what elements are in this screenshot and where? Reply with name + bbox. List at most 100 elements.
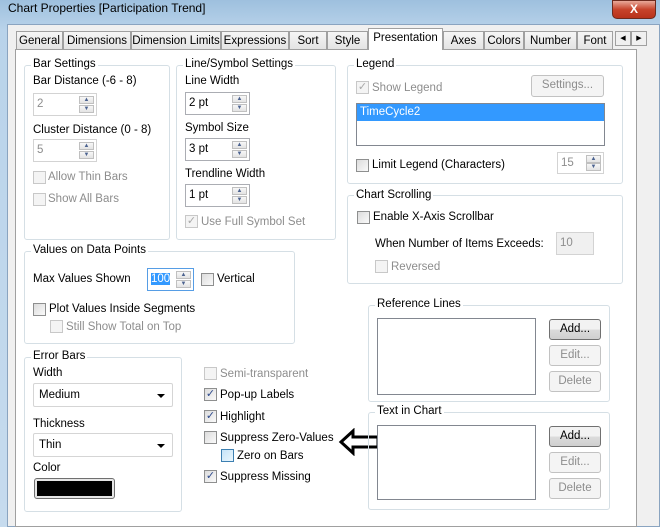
spin-up-icon[interactable]: ▲ [176, 271, 191, 279]
spin-up-icon[interactable]: ▲ [232, 95, 247, 103]
still-show-total-checkbox[interactable] [50, 320, 63, 333]
show-all-bars-checkbox[interactable] [33, 193, 46, 206]
symbol-size-value: 3 pt [189, 143, 209, 155]
reference-lines-title: Reference Lines [375, 298, 463, 311]
allow-thin-bars-label: Allow Thin Bars [48, 171, 128, 183]
trendline-width-label: Trendline Width [185, 168, 266, 180]
text-edit-button[interactable]: Edit... [549, 452, 601, 473]
tab-presentation[interactable]: Presentation [368, 28, 443, 50]
cluster-distance-label: Cluster Distance (0 - 8) [33, 124, 152, 136]
show-all-bars-label: Show All Bars [48, 193, 119, 205]
popup-labels-checkbox[interactable]: ✓ [204, 388, 217, 401]
symbol-size-spinner[interactable]: 3 pt ▲ ▼ [185, 138, 250, 161]
chevron-down-icon [157, 394, 165, 398]
popup-labels-label: Pop-up Labels [220, 389, 295, 401]
bar-distance-label: Bar Distance (-6 - 8) [33, 75, 137, 87]
use-full-symbol-set-checkbox[interactable]: ✓ [185, 215, 198, 228]
text-delete-button[interactable]: Delete [549, 478, 601, 499]
tab-font[interactable]: Font [577, 31, 613, 50]
color-button[interactable] [34, 478, 115, 499]
still-show-total-label: Still Show Total on Top [66, 321, 182, 333]
error-width-label: Width [33, 367, 63, 379]
close-button[interactable]: X [612, 0, 656, 19]
max-values-spinner[interactable]: 100 ▲ ▼ [147, 268, 194, 291]
limit-legend-checkbox[interactable] [356, 159, 369, 172]
reference-lines-listbox[interactable] [377, 318, 536, 395]
spin-down-icon[interactable]: ▼ [79, 105, 94, 113]
trendline-width-spinner[interactable]: 1 pt ▲ ▼ [185, 184, 250, 207]
reference-add-button[interactable]: Add... [549, 319, 601, 340]
reference-edit-button[interactable]: Edit... [549, 345, 601, 366]
max-values-value[interactable]: 100 [151, 273, 171, 285]
plot-values-inside-label: Plot Values Inside Segments [49, 303, 196, 315]
line-width-value: 2 pt [189, 97, 209, 109]
tab-scroll-left-icon[interactable]: ◀ [615, 31, 631, 46]
limit-legend-label: Limit Legend (Characters) [372, 159, 505, 171]
symbol-size-label: Symbol Size [185, 122, 249, 134]
legend-list-item[interactable]: TimeCycle2 [357, 104, 604, 121]
when-exceeds-input[interactable]: 10 [556, 232, 594, 255]
show-legend-checkbox[interactable]: ✓ [356, 81, 369, 94]
line-width-spinner[interactable]: 2 pt ▲ ▼ [185, 92, 250, 115]
bar-distance-value: 2 [37, 98, 44, 110]
tab-dimensions[interactable]: Dimensions [63, 31, 131, 50]
tab-sort[interactable]: Sort [289, 31, 327, 50]
error-width-select[interactable]: Medium [33, 383, 173, 407]
suppress-zero-checkbox[interactable] [204, 431, 217, 444]
tab-general[interactable]: General [16, 31, 63, 50]
line-symbol-title: Line/Symbol Settings [183, 58, 296, 71]
vertical-label: Vertical [217, 273, 255, 285]
text-in-chart-listbox[interactable] [377, 425, 536, 500]
tab-axes[interactable]: Axes [443, 31, 484, 50]
tab-dimension-limits[interactable]: Dimension Limits [131, 31, 221, 50]
spin-up-icon[interactable]: ▲ [79, 96, 94, 104]
spin-up-icon[interactable]: ▲ [586, 155, 601, 163]
tab-scroll-right-icon[interactable]: ▶ [631, 31, 647, 46]
bar-distance-spinner[interactable]: 2 ▲ ▼ [33, 93, 97, 116]
reversed-checkbox[interactable] [375, 260, 388, 273]
semi-transparent-label: Semi-transparent [220, 368, 309, 380]
color-swatch [37, 481, 112, 496]
spin-up-icon[interactable]: ▲ [232, 141, 247, 149]
use-full-symbol-set-label: Use Full Symbol Set [201, 216, 306, 228]
when-exceeds-label: When Number of Items Exceeds: [375, 238, 544, 250]
highlight-label: Highlight [220, 411, 265, 423]
spin-up-icon[interactable]: ▲ [79, 142, 94, 150]
tab-expressions[interactable]: Expressions [221, 31, 289, 50]
text-add-button[interactable]: Add... [549, 426, 601, 447]
reversed-label: Reversed [391, 261, 441, 273]
spin-down-icon[interactable]: ▼ [232, 196, 247, 204]
trendline-width-value: 1 pt [189, 189, 209, 201]
tab-colors[interactable]: Colors [484, 31, 524, 50]
error-width-value: Medium [39, 389, 80, 401]
spin-down-icon[interactable]: ▼ [586, 163, 601, 171]
bar-settings-title: Bar Settings [31, 58, 98, 71]
allow-thin-bars-checkbox[interactable] [33, 171, 46, 184]
spin-down-icon[interactable]: ▼ [176, 280, 191, 288]
thickness-select[interactable]: Thin [33, 433, 173, 457]
highlight-checkbox[interactable]: ✓ [204, 410, 217, 423]
values-on-data-points-title: Values on Data Points [31, 244, 148, 257]
spin-down-icon[interactable]: ▼ [232, 104, 247, 112]
tab-number[interactable]: Number [524, 31, 577, 50]
plot-values-inside-checkbox[interactable] [33, 303, 46, 316]
semi-transparent-checkbox[interactable] [204, 367, 217, 380]
zero-on-bars-checkbox[interactable] [221, 449, 234, 462]
color-label: Color [33, 462, 61, 474]
cluster-distance-value: 5 [37, 144, 44, 156]
vertical-checkbox[interactable] [201, 273, 214, 286]
enable-scrollbar-checkbox[interactable] [357, 211, 370, 224]
legend-listbox[interactable]: TimeCycle2 [356, 103, 605, 146]
spin-down-icon[interactable]: ▼ [232, 150, 247, 158]
thickness-value: Thin [39, 439, 62, 451]
tab-style[interactable]: Style [327, 31, 368, 50]
cluster-distance-spinner[interactable]: 5 ▲ ▼ [33, 139, 97, 162]
suppress-missing-checkbox[interactable]: ✓ [204, 470, 217, 483]
reference-delete-button[interactable]: Delete [549, 371, 601, 392]
limit-legend-spinner[interactable]: 15 ▲ ▼ [557, 152, 604, 174]
spin-down-icon[interactable]: ▼ [79, 151, 94, 159]
legend-settings-button[interactable]: Settings... [531, 75, 604, 97]
spin-up-icon[interactable]: ▲ [232, 187, 247, 195]
max-values-label: Max Values Shown [33, 273, 131, 285]
window-title: Chart Properties [Participation Trend] [8, 1, 206, 15]
